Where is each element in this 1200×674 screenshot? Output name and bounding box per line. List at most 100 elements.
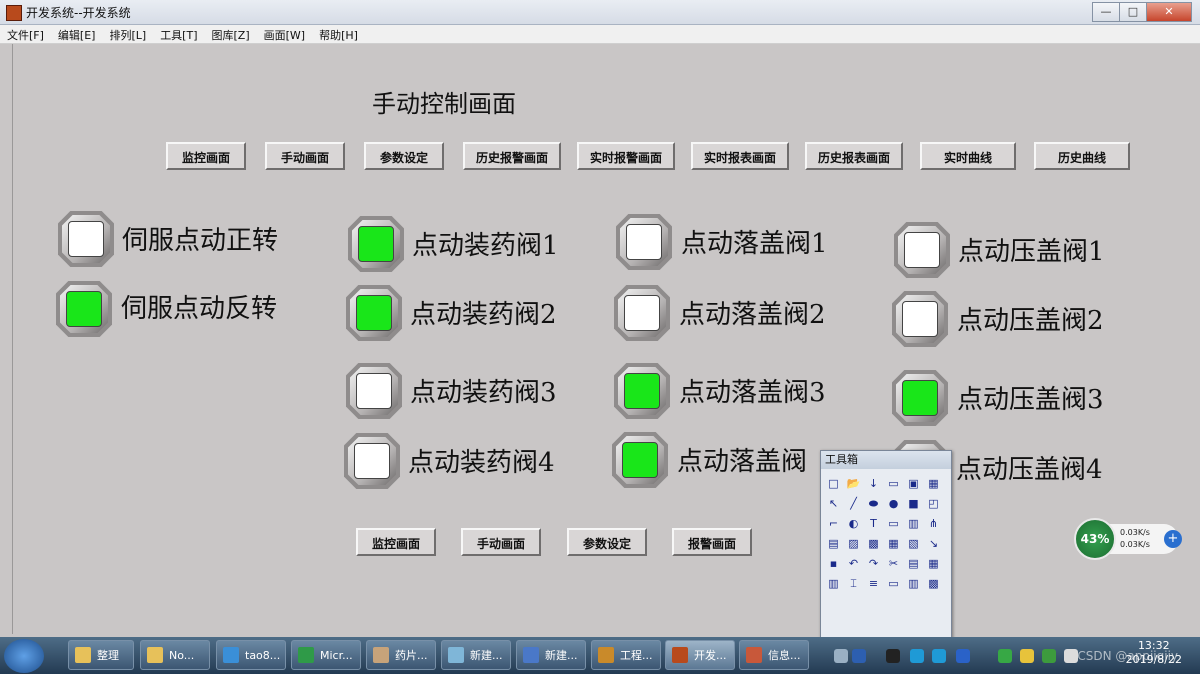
menu-help[interactable]: 帮助[H]: [312, 25, 365, 43]
tool-icon[interactable]: ◰: [925, 495, 942, 512]
plus-icon[interactable]: [1020, 649, 1034, 663]
task-button[interactable]: tao8...: [216, 640, 286, 670]
charge-valve-3-lamp[interactable]: [346, 363, 402, 419]
tool-icon[interactable]: ⌐: [825, 515, 842, 532]
tool-icon[interactable]: ▭: [885, 475, 902, 492]
task-button[interactable]: 工程...: [591, 640, 661, 670]
keyboard-icon[interactable]: [834, 649, 848, 663]
cap-drop-valve-3-lamp[interactable]: [614, 363, 670, 419]
task-button[interactable]: 新建...: [516, 640, 586, 670]
task-button-active[interactable]: 开发...: [665, 640, 735, 670]
usage-percent[interactable]: 43%: [1074, 518, 1116, 560]
tool-icon[interactable]: ≡: [865, 575, 882, 592]
qq-icon[interactable]: [886, 649, 900, 663]
servo-forward-lamp[interactable]: [58, 211, 114, 267]
tool-icon[interactable]: ▭: [885, 575, 902, 592]
tool-icon[interactable]: ▧: [905, 535, 922, 552]
tool-icon[interactable]: ▦: [885, 535, 902, 552]
tool-icon[interactable]: ╱: [845, 495, 862, 512]
tool-icon[interactable]: ▩: [865, 535, 882, 552]
tool-icon[interactable]: □: [825, 475, 842, 492]
tool-icon[interactable]: ▥: [905, 575, 922, 592]
app-icon[interactable]: [956, 649, 970, 663]
tool-icon[interactable]: ▥: [825, 575, 842, 592]
tool-icon[interactable]: 📂: [845, 475, 862, 492]
task-button[interactable]: 信息...: [739, 640, 809, 670]
tool-icon[interactable]: ⋔: [925, 515, 942, 532]
clock[interactable]: 13:32 2019/8/22: [1126, 639, 1182, 667]
nav-monitor-button[interactable]: 监控画面: [166, 142, 246, 170]
charge-valve-2-lamp[interactable]: [346, 285, 402, 341]
bottom-params-button[interactable]: 参数设定: [567, 528, 647, 556]
task-button[interactable]: 整理: [68, 640, 134, 670]
menu-arrange[interactable]: 排列[L]: [102, 25, 153, 43]
maximize-button[interactable]: □: [1119, 2, 1147, 22]
tool-icon[interactable]: ▣: [905, 475, 922, 492]
task-label: 新建...: [545, 649, 578, 662]
minimize-button[interactable]: —: [1092, 2, 1120, 22]
network-speed-widget: 0.03K/s 0.03K/s 43% +: [1074, 518, 1184, 560]
tool-icon[interactable]: ↓: [865, 475, 882, 492]
tool-icon[interactable]: ▦: [925, 475, 942, 492]
cap-press-valve-2-lamp[interactable]: [892, 291, 948, 347]
task-button[interactable]: No...: [140, 640, 210, 670]
nav-history-curve-button[interactable]: 历史曲线: [1034, 142, 1130, 170]
tool-icon[interactable]: ▥: [905, 515, 922, 532]
tool-icon[interactable]: ●: [885, 495, 902, 512]
tool-icon[interactable]: ↶: [845, 555, 862, 572]
cap-drop-valve-4-lamp[interactable]: [612, 432, 668, 488]
tool-icon[interactable]: ↘: [925, 535, 942, 552]
nav-params-button[interactable]: 参数设定: [364, 142, 444, 170]
tool-icon[interactable]: ↖: [825, 495, 842, 512]
security-icon[interactable]: [998, 649, 1012, 663]
menu-tools[interactable]: 工具[T]: [153, 25, 204, 43]
cap-press-valve-3-lamp[interactable]: [892, 370, 948, 426]
menu-library[interactable]: 图库[Z]: [205, 25, 257, 43]
tool-icon[interactable]: ▤: [905, 555, 922, 572]
nav-history-alarm-button[interactable]: 历史报警画面: [463, 142, 561, 170]
tool-icon[interactable]: ⌶: [845, 575, 862, 592]
help-icon[interactable]: [852, 649, 866, 663]
nav-manual-button[interactable]: 手动画面: [265, 142, 345, 170]
close-button[interactable]: ✕: [1146, 2, 1192, 22]
tool-icon[interactable]: ▭: [885, 515, 902, 532]
menu-edit[interactable]: 编辑[E]: [51, 25, 103, 43]
tool-icon[interactable]: ▨: [845, 535, 862, 552]
shield-icon[interactable]: [1042, 649, 1056, 663]
tool-icon[interactable]: ⬬: [865, 495, 882, 512]
bottom-manual-button[interactable]: 手动画面: [461, 528, 541, 556]
tool-icon[interactable]: ◐: [845, 515, 862, 532]
charge-valve-1-lamp[interactable]: [348, 216, 404, 272]
task-button[interactable]: Micr...: [291, 640, 361, 670]
app-icon[interactable]: [910, 649, 924, 663]
tool-icon[interactable]: ▪: [825, 555, 842, 572]
charge-valve-4-lamp[interactable]: [344, 433, 400, 489]
tool-icon[interactable]: ▤: [825, 535, 842, 552]
tool-icon[interactable]: ▩: [925, 575, 942, 592]
cap-drop-valve-1-lamp[interactable]: [616, 214, 672, 270]
bottom-alarm-button[interactable]: 报警画面: [672, 528, 752, 556]
notepad-icon: [448, 647, 464, 663]
nav-realtime-report-button[interactable]: 实时报表画面: [691, 142, 789, 170]
battery-icon[interactable]: [1064, 649, 1078, 663]
tool-icon[interactable]: ■: [905, 495, 922, 512]
task-button[interactable]: 新建...: [441, 640, 511, 670]
menu-file[interactable]: 文件[F]: [0, 25, 51, 43]
toolbox-title: 工具箱: [821, 451, 951, 469]
nav-history-report-button[interactable]: 历史报表画面: [805, 142, 903, 170]
nav-realtime-curve-button[interactable]: 实时曲线: [920, 142, 1016, 170]
servo-reverse-lamp[interactable]: [56, 281, 112, 337]
bottom-monitor-button[interactable]: 监控画面: [356, 528, 436, 556]
tool-icon[interactable]: ↷: [865, 555, 882, 572]
tool-icon[interactable]: ▦: [925, 555, 942, 572]
app-icon[interactable]: [932, 649, 946, 663]
start-button[interactable]: [4, 639, 44, 673]
cap-drop-valve-2-lamp[interactable]: [614, 285, 670, 341]
tool-icon[interactable]: ✂: [885, 555, 902, 572]
tool-icon[interactable]: T: [865, 515, 882, 532]
menu-screen[interactable]: 画面[W]: [257, 25, 312, 43]
plus-icon[interactable]: +: [1164, 530, 1182, 548]
nav-realtime-alarm-button[interactable]: 实时报警画面: [577, 142, 675, 170]
task-button[interactable]: 药片...: [366, 640, 436, 670]
cap-press-valve-1-lamp[interactable]: [894, 222, 950, 278]
